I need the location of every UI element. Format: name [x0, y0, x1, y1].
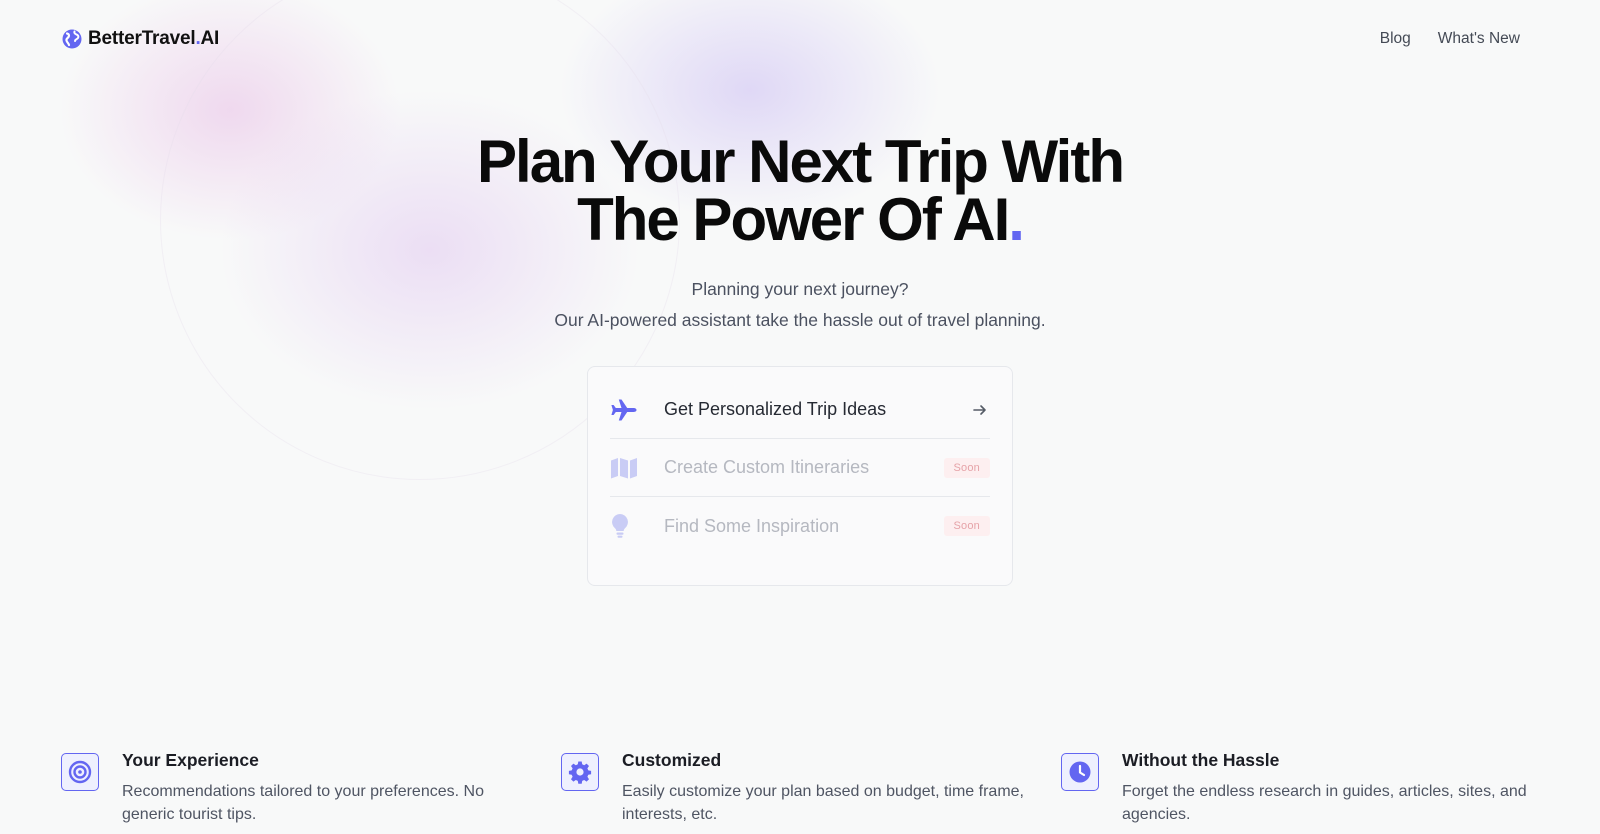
option-trip-ideas[interactable]: Get Personalized Trip Ideas: [610, 381, 990, 439]
hero-title: Plan Your Next Trip With The Power Of AI…: [477, 128, 1125, 253]
feature-title: Your Experience: [122, 750, 259, 770]
target-icon: [61, 753, 99, 791]
hero-subtitle-description: Our AI-powered assistant take the hassle…: [554, 310, 1046, 330]
lightbulb-icon: [610, 510, 642, 542]
options-card: Get Personalized Trip Ideas Create Custo…: [587, 366, 1013, 586]
option-label: Find Some Inspiration: [664, 515, 840, 536]
feature-title: Customized: [622, 750, 722, 770]
hero: Plan Your Next Trip With The Power Of AI…: [0, 128, 1600, 331]
nav-link-whats-new[interactable]: What's New: [1438, 30, 1520, 48]
globe-icon: [62, 29, 82, 49]
feature-customized: Customized Easily customize your plan ba…: [561, 750, 1061, 826]
feature-without-hassle: Without the Hassle Forget the endless re…: [1061, 750, 1561, 826]
feature-title: Without the Hassle: [1122, 750, 1280, 770]
features-section: Your Experience Recommendations tailored…: [61, 750, 1561, 826]
soon-badge: Soon: [943, 457, 990, 478]
top-nav: Blog What's New: [1380, 30, 1520, 48]
brand-name: BetterTravel.AI: [88, 28, 220, 49]
option-label: Get Personalized Trip Ideas: [664, 399, 887, 419]
site-header: BetterTravel.AI Blog What's New: [62, 26, 1520, 52]
option-label: Create Custom Itineraries: [664, 457, 870, 477]
brand-logo[interactable]: BetterTravel.AI: [62, 28, 219, 50]
clock-icon: [1061, 753, 1099, 791]
gear-icon: [561, 753, 599, 791]
arrow-right-icon: [972, 402, 988, 418]
hero-subtitle-question: Planning your next journey?: [691, 279, 909, 299]
feature-your-experience: Your Experience Recommendations tailored…: [61, 750, 561, 826]
option-inspiration[interactable]: Find Some Inspiration Soon: [610, 497, 990, 555]
nav-link-blog[interactable]: Blog: [1380, 30, 1411, 48]
feature-description: Recommendations tailored to your prefere…: [122, 783, 484, 823]
airplane-icon: [610, 394, 642, 426]
map-icon: [610, 452, 642, 484]
soon-badge: Soon: [943, 516, 990, 536]
feature-description: Easily customize your plan based on budg…: [622, 783, 1024, 823]
feature-description: Forget the endless research in guides, a…: [1122, 783, 1527, 823]
option-custom-itineraries[interactable]: Create Custom Itineraries Soon: [610, 439, 990, 497]
